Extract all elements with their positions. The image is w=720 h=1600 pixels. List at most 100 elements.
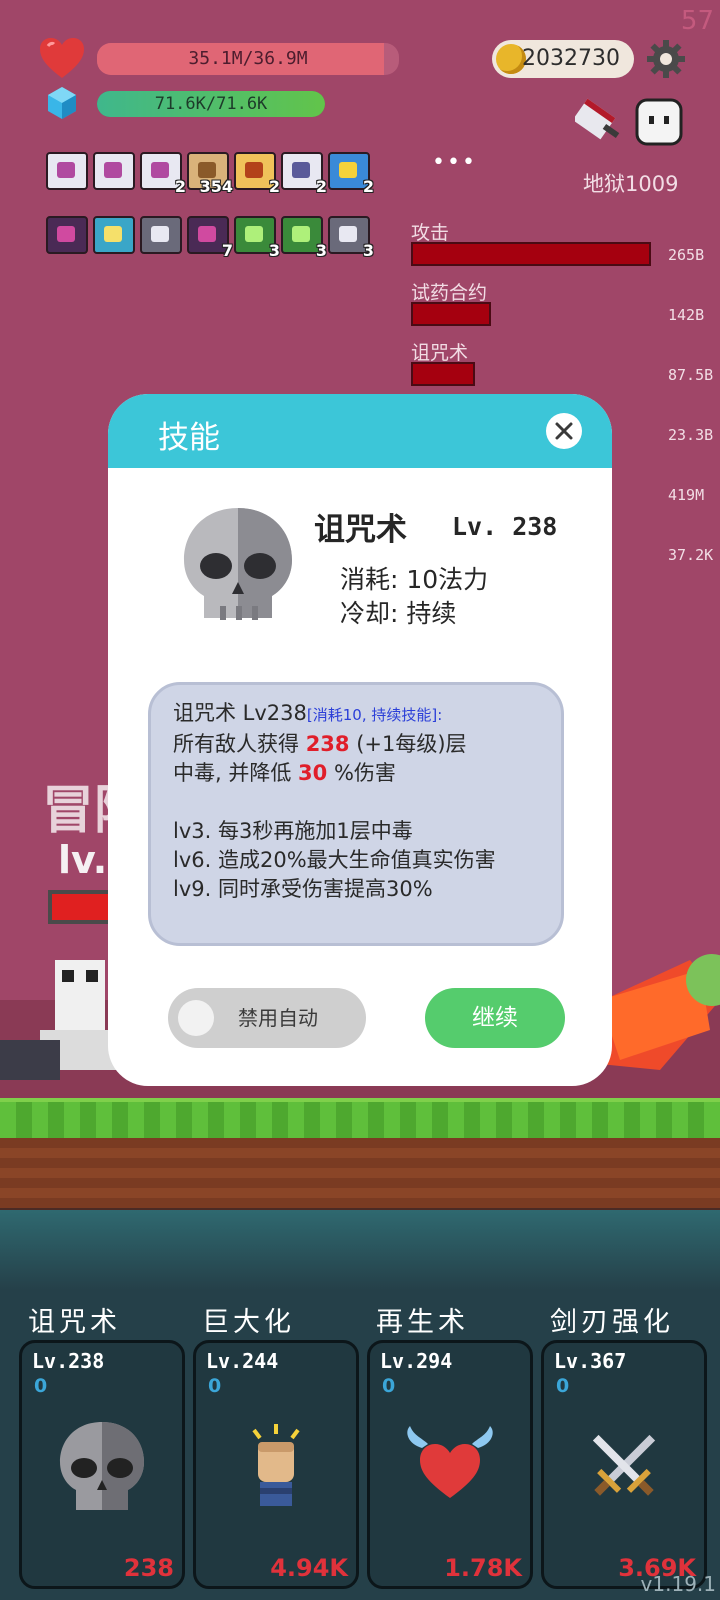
blade-icon[interactable] <box>140 216 182 254</box>
damage-value: 142B <box>668 306 705 324</box>
skill-slot-name: 再生术 <box>376 1307 469 1338</box>
skill-card-level: Lv.244 <box>206 1349 279 1373</box>
desc-lv3: lv3. 每3秒再施加1层中毒 <box>173 819 413 843</box>
skill-card-charge: 0 <box>208 1375 222 1397</box>
damage-label: 试药合约 <box>411 282 488 304</box>
damage-value: 23.3B <box>668 426 714 444</box>
heal-icon[interactable]: 3 <box>281 216 327 260</box>
heal-icon[interactable]: 3 <box>234 216 280 260</box>
buff-count: 2 <box>315 177 327 196</box>
skill-card-level: Lv.367 <box>554 1349 627 1373</box>
gold-amount: 2032730 <box>522 46 620 71</box>
damage-bar <box>411 302 491 326</box>
fps-counter: 57 <box>680 6 714 36</box>
mana-gem-icon <box>48 87 76 119</box>
hell-level: 地狱1009 <box>583 172 679 196</box>
demon-icon-mark <box>198 226 216 242</box>
cleaver-icon <box>575 98 620 140</box>
skill-card[interactable]: Lv.238 0 238 <box>19 1340 185 1589</box>
desc-tag: [消耗10, 持续技能]: <box>306 706 443 724</box>
wings-icon-mark <box>198 162 216 178</box>
skill-card-value: 238 <box>123 1554 174 1582</box>
gold-counter: 2032730 <box>492 40 634 78</box>
damage-value: 265B <box>668 246 705 264</box>
skill-card-level: Lv.294 <box>380 1349 453 1373</box>
close-button[interactable] <box>546 413 582 449</box>
skull-icon <box>60 1422 144 1510</box>
skill-cost: 消耗: 10法力 <box>340 565 489 594</box>
damage-value: 87.5B <box>668 366 714 384</box>
skill-card-value: 4.94K <box>270 1554 348 1582</box>
fist-icon <box>252 1424 300 1506</box>
heart-icon <box>40 38 84 78</box>
desc-line3-a: 中毒, 并降低 <box>173 761 292 785</box>
dialog-header: 技能 <box>108 394 612 468</box>
skill-card[interactable]: Lv.244 0 4.94K <box>193 1340 359 1589</box>
winged-heart-icon <box>407 1426 493 1498</box>
skill-card[interactable]: Lv.294 0 1.78K <box>367 1340 533 1589</box>
desc-line2-num: 238 <box>305 732 350 756</box>
desc-line3-num: 30 <box>298 761 328 785</box>
scroll-icon-mark <box>104 162 122 178</box>
skill-slot-name: 剑刃强化 <box>550 1307 674 1338</box>
grass-ground <box>0 1098 720 1142</box>
blade-icon[interactable]: 3 <box>328 216 374 260</box>
desc-line2-a: 所有敌人获得 <box>173 732 299 756</box>
skill-slot-name: 巨大化 <box>202 1307 295 1338</box>
desc-lv9: lv9. 同时承受伤害提高30% <box>173 877 433 901</box>
close-icon[interactable] <box>546 413 582 449</box>
toggle-knob[interactable] <box>178 1000 214 1036</box>
blade-icon-mark <box>151 226 169 242</box>
skill-slot-name: 诅咒术 <box>28 1307 121 1338</box>
mana-text: 71.6K/71.6K <box>154 94 268 114</box>
desc-line2-b: (+1每级)层 <box>356 732 467 756</box>
scroll-icon[interactable] <box>93 152 135 190</box>
hp-text: 35.1M/36.9M <box>188 48 308 69</box>
version-label: v1.19.1 <box>640 1572 716 1596</box>
buff-count: 354 <box>199 177 233 196</box>
damage-bar <box>411 242 651 266</box>
skill-description-box: 诅咒术 Lv238[消耗10, 持续技能]: 所有敌人获得 238 (+1每级)… <box>148 682 564 946</box>
hero-level: lv. <box>58 838 108 882</box>
book-icon[interactable]: 2 <box>234 152 280 196</box>
skill-card-charge: 0 <box>34 1375 48 1397</box>
desc-head: 诅咒术 Lv238 <box>173 701 307 725</box>
star-card-icon[interactable]: 2 <box>328 152 374 196</box>
continue-button[interactable]: 继续 <box>425 988 565 1048</box>
crossed-swords-icon <box>592 1434 656 1496</box>
skill-dialog: 技能 诅咒术 Lv. 238 消耗: 10法力 冷却: 持续 诅咒术 Lv238… <box>108 394 612 1086</box>
skull-icon <box>184 508 292 620</box>
scroll-icon[interactable] <box>46 152 88 190</box>
buff-count: 3 <box>268 241 280 260</box>
heal-icon-mark <box>245 226 263 242</box>
network-icon-mark <box>292 162 310 178</box>
buff-count: 2 <box>174 177 186 196</box>
boss-icons <box>575 98 683 146</box>
damage-label: 攻击 <box>411 222 450 244</box>
dirt-ground <box>0 1138 720 1208</box>
skill-name: 诅咒术 <box>314 512 407 548</box>
toggle-label: 禁用自动 <box>238 1006 318 1030</box>
demon-icon[interactable] <box>46 216 88 254</box>
bulb-icon-mark <box>104 226 122 242</box>
wings-icon[interactable]: 354 <box>187 152 233 196</box>
skill-card-charge: 0 <box>556 1375 570 1397</box>
damage-value: 419M <box>668 486 705 504</box>
scroll-icon-mark <box>151 162 169 178</box>
heal-icon-mark <box>292 226 310 242</box>
bulb-icon[interactable] <box>93 216 135 254</box>
demon-icon-mark <box>57 226 75 242</box>
skill-card[interactable]: Lv.367 0 3.69K <box>541 1340 707 1589</box>
more-buffs-button[interactable]: ••• <box>432 150 477 175</box>
disable-auto-toggle[interactable]: 禁用自动 <box>168 988 366 1048</box>
skill-panel-gradient <box>0 1210 720 1290</box>
scroll-icon[interactable]: 2 <box>140 152 186 196</box>
damage-bar <box>411 362 475 386</box>
ghost-icon <box>635 98 683 146</box>
network-icon[interactable]: 2 <box>281 152 327 196</box>
continue-label: 继续 <box>472 1005 518 1031</box>
demon-icon[interactable]: 7 <box>187 216 233 260</box>
gear-icon[interactable] <box>645 38 687 80</box>
skill-cooldown: 冷却: 持续 <box>340 599 457 628</box>
damage-value: 37.2K <box>668 546 714 564</box>
